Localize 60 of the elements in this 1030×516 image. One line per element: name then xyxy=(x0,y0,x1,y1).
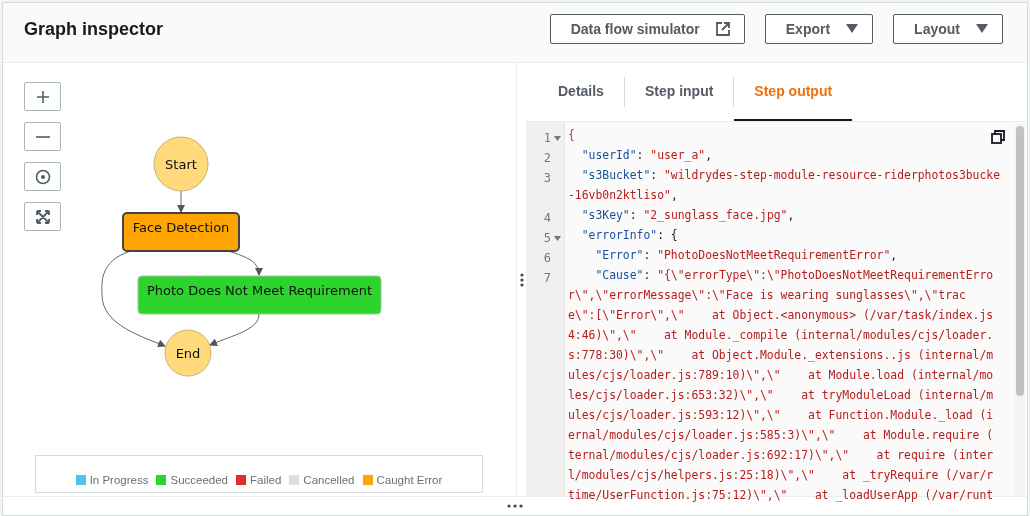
fit-view-button[interactable] xyxy=(24,202,61,231)
line-number: 6 xyxy=(543,251,551,265)
zoom-in-button[interactable] xyxy=(24,82,61,111)
code-line: "Error": "PhotoDoesNotMeetRequirementError", xyxy=(594,248,898,264)
caret-down-icon xyxy=(976,24,988,33)
header-button[interactable]: Layout xyxy=(893,13,1003,44)
terminal-node[interactable]: Start xyxy=(153,136,209,192)
code-line: s:778:30)\",\" at Object.Module._extensions..js (internal/m xyxy=(568,348,994,364)
legend-label: Caught Error xyxy=(376,474,443,486)
line-number: 1 xyxy=(543,131,551,145)
target-icon xyxy=(35,169,50,184)
code-line: ternal/modules/cjs/loader.js:692:17)\",\" at require (inter xyxy=(568,448,994,464)
line-number: 4 xyxy=(543,211,551,225)
state-node[interactable]: Photo Does Not Meet Requirement xyxy=(137,275,382,315)
edge-arrow xyxy=(209,313,260,346)
center-button[interactable] xyxy=(24,162,61,191)
code-line: { xyxy=(568,128,575,144)
terminal-node[interactable]: End xyxy=(164,329,212,377)
caret-down-icon xyxy=(846,24,859,33)
code-line: -16vb0n2ktliso", xyxy=(568,188,678,204)
edge-arrow xyxy=(177,190,185,213)
panel-title: Graph inspector xyxy=(24,19,164,40)
legend-label: Cancelled xyxy=(303,474,355,486)
drag-handle-icon[interactable] xyxy=(507,504,523,508)
zoom-out-button[interactable] xyxy=(24,122,61,151)
code-line: "s3Key": "2_sunglass_face.jpg", xyxy=(580,208,795,224)
state-node[interactable]: Face Detection xyxy=(122,212,240,252)
code-line: e\":[\"Error\",\" at Object.<anonymous> (/var/task/index.js xyxy=(568,308,994,324)
code-line: les/cjs/loader.js:653:32)\",\" at tryModuleLoad (internal/m xyxy=(568,388,994,404)
legend-label: Failed xyxy=(250,474,282,486)
code-line: "s3Bucket": "wildrydes-step-module-resource-riderphotos3bucke xyxy=(580,168,1001,184)
external-link-icon xyxy=(715,21,730,36)
tab[interactable]: Step input xyxy=(624,63,734,121)
plus-icon xyxy=(35,89,50,104)
tab[interactable]: Details xyxy=(538,63,624,121)
legend-label: Succeeded xyxy=(170,474,228,486)
fold-caret-icon[interactable] xyxy=(554,135,561,141)
header-button[interactable]: Data flow simulator xyxy=(549,13,745,44)
code-line: ules/cjs/loader.js:789:10)\",\" at Module.load (internal/mo xyxy=(568,368,994,384)
code-line: r\",\"errorMessage\":\"Face is wearing sunglasses\",\"trac xyxy=(568,288,966,304)
code-line: ules/cjs/loader.js:593:12)\",\" at Function.Module._load (i xyxy=(568,408,994,424)
code-line: time/UserFunction.js:75:12)\",\" at _loadUserApp (/var/runt xyxy=(568,488,994,504)
minus-icon xyxy=(34,135,51,138)
scrollbar[interactable] xyxy=(1015,124,1025,496)
header-button[interactable]: Export xyxy=(764,13,874,44)
line-number: 2 xyxy=(543,151,551,165)
drag-handle-icon[interactable] xyxy=(519,272,524,287)
code-line: "userId": "user_a", xyxy=(580,148,713,164)
code-line: "errorInfo": { xyxy=(580,228,678,244)
line-number: 7 xyxy=(543,271,551,285)
expand-icon xyxy=(35,209,50,224)
fold-caret-icon[interactable] xyxy=(554,235,561,241)
line-number: 3 xyxy=(543,171,551,185)
code-line: l/modules/cjs/helpers.js:25:18)\",\" at _tryRequire (/var/r xyxy=(568,468,994,484)
code-line: "Cause": "{\"errorType\":\"PhotoDoesNotMeetRequirementErro xyxy=(594,268,994,284)
code-line: ernal/modules/cjs/loader.js:585:3)\",\" at Module.require ( xyxy=(568,428,994,444)
line-number: 5 xyxy=(543,231,551,245)
copy-icon[interactable] xyxy=(991,130,1005,144)
code-line: 4:46)\",\" at Module._compile (internal/modules/cjs/loader. xyxy=(568,328,994,344)
legend-label: In Progress xyxy=(89,474,149,486)
